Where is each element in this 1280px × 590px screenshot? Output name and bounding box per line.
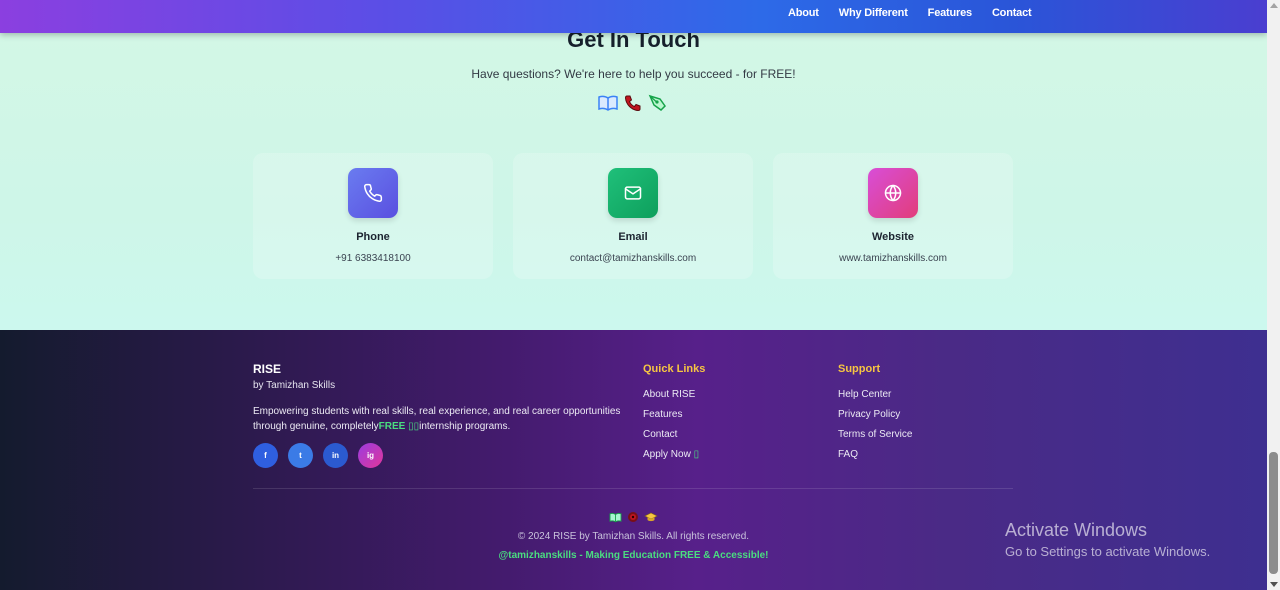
apply-now-label: Apply Now <box>643 449 691 460</box>
free-highlight: FREE <box>378 421 406 432</box>
activate-windows-subtitle: Go to Settings to activate Windows. <box>1005 544 1211 559</box>
support-link-faq[interactable]: FAQ <box>838 449 912 469</box>
twitter-icon[interactable]: t <box>288 443 313 468</box>
nav-link-contact[interactable]: Contact <box>992 7 1032 19</box>
footer-description: Empowering students with real skills, re… <box>253 404 633 434</box>
quick-link-contact[interactable]: Contact <box>643 429 699 449</box>
nav-link-about[interactable]: About <box>788 7 819 19</box>
contact-header-icons <box>598 94 668 112</box>
nav-links: About Why Different Features Contact <box>788 7 1032 19</box>
contact-subtitle: Have questions? We're here to help you s… <box>471 67 796 81</box>
quick-link-apply[interactable]: Apply Now ▯ <box>643 449 699 469</box>
footer-brand-sub: by Tamizhan Skills <box>253 380 336 391</box>
graduation-cap-icon <box>644 510 658 528</box>
footer-divider <box>253 488 1013 489</box>
quick-links-heading: Quick Links <box>643 363 706 375</box>
globe-icon <box>868 168 918 218</box>
email-card: Email contact@tamizhanskills.com <box>513 153 753 279</box>
footer-bottom-icons <box>609 510 658 528</box>
scroll-up-arrow-icon[interactable] <box>1270 3 1278 8</box>
contact-section: Get In Touch Have questions? We're here … <box>0 27 1267 330</box>
page-scrollbar[interactable] <box>1267 0 1280 590</box>
social-links: f t in ig <box>253 443 383 468</box>
open-book-icon <box>598 94 618 112</box>
support-link-help-center[interactable]: Help Center <box>838 389 912 409</box>
scroll-down-arrow-icon[interactable] <box>1270 582 1278 587</box>
linkedin-icon[interactable]: in <box>323 443 348 468</box>
footer-description-end: internship programs. <box>419 421 511 432</box>
website-card: Website www.tamizhanskills.com <box>773 153 1013 279</box>
email-value[interactable]: contact@tamizhanskills.com <box>513 253 753 264</box>
facebook-icon[interactable]: f <box>253 443 278 468</box>
open-book-icon: ▯▯ <box>408 421 420 432</box>
website-value[interactable]: www.tamizhanskills.com <box>773 253 1013 264</box>
support-list: Help Center Privacy Policy Terms of Serv… <box>838 389 912 469</box>
phone-value[interactable]: +91 6383418100 <box>253 253 493 264</box>
scrollbar-thumb[interactable] <box>1269 452 1278 574</box>
quick-link-features[interactable]: Features <box>643 409 699 429</box>
phone-card: Phone +91 6383418100 <box>253 153 493 279</box>
phone-icon <box>348 168 398 218</box>
support-link-privacy[interactable]: Privacy Policy <box>838 409 912 429</box>
activate-windows-title: Activate Windows <box>1005 520 1148 540</box>
pen-nib-icon <box>648 94 668 112</box>
footer-brand: RISE <box>253 362 282 376</box>
bullseye-icon <box>627 510 639 528</box>
support-link-terms[interactable]: Terms of Service <box>838 429 912 449</box>
top-navigation-bar: About Why Different Features Contact <box>0 0 1267 33</box>
phone-label: Phone <box>356 231 390 243</box>
windows-activation-watermark: Activate Windows Go to Settings to activ… <box>1005 520 1210 559</box>
support-heading: Support <box>838 363 881 375</box>
quick-links-list: About RISE Features Contact Apply Now ▯ <box>643 389 699 469</box>
nav-link-features[interactable]: Features <box>928 7 972 19</box>
mail-icon <box>608 168 658 218</box>
email-label: Email <box>618 231 648 243</box>
website-label: Website <box>872 231 914 243</box>
open-book-icon <box>609 510 622 528</box>
open-book-icon: ▯ <box>693 449 700 460</box>
nav-link-why-different[interactable]: Why Different <box>839 7 908 19</box>
telephone-receiver-icon <box>624 94 642 112</box>
quick-link-about[interactable]: About RISE <box>643 389 699 409</box>
instagram-icon[interactable]: ig <box>358 443 383 468</box>
